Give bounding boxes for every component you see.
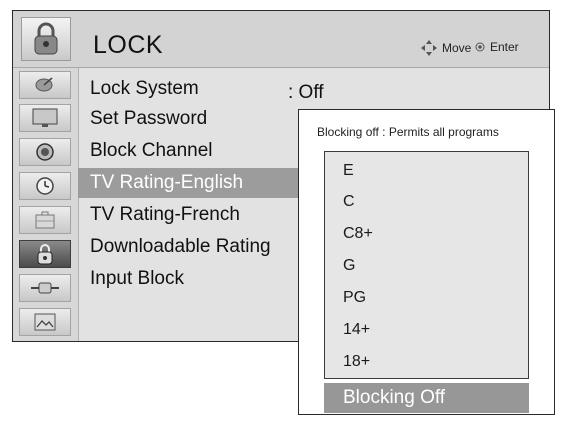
rating-option[interactable]: G [343, 257, 355, 275]
lock-icon [21, 17, 71, 61]
rating-submenu: Blocking off : Permits all programs E C … [298, 109, 555, 415]
rating-option[interactable]: 18+ [343, 353, 370, 371]
move-label: Move [442, 41, 472, 55]
menu-item-downloadable-rating[interactable]: Downloadable Rating [78, 232, 298, 262]
rating-options-list: E C C8+ G PG 14+ 18+ [324, 151, 529, 379]
satellite-dish-icon[interactable] [19, 71, 71, 99]
arrows-icon [421, 40, 437, 56]
enter-button-icon [475, 42, 485, 52]
briefcase-icon[interactable] [19, 206, 71, 234]
enter-hint: Enter [475, 40, 519, 54]
enter-label: Enter [490, 40, 519, 54]
rating-option[interactable]: E [343, 162, 354, 180]
rating-option[interactable]: C [343, 193, 355, 211]
submenu-description: Blocking off : Permits all programs [317, 125, 499, 139]
menu-item-tv-rating-english[interactable]: TV Rating-English [78, 168, 298, 198]
rating-option[interactable]: PG [343, 289, 366, 307]
menu-item-set-password[interactable]: Set Password [78, 104, 298, 134]
rating-option[interactable]: C8+ [343, 225, 373, 243]
menu-header: LOCK Move Enter [13, 11, 549, 68]
rating-option[interactable]: 14+ [343, 321, 370, 339]
menu-item-block-channel[interactable]: Block Channel [78, 136, 298, 166]
category-sidebar [13, 68, 79, 341]
picture-icon[interactable] [19, 308, 71, 336]
menu-item-tv-rating-french[interactable]: TV Rating-French [78, 200, 298, 230]
move-hint: Move [421, 40, 471, 56]
menu-item-lock-system[interactable]: Lock System [78, 74, 298, 104]
monitor-icon[interactable] [19, 104, 71, 132]
speaker-icon[interactable] [19, 138, 71, 166]
clock-icon[interactable] [19, 172, 71, 200]
lock-category-icon[interactable] [19, 240, 71, 268]
menu-item-input-block[interactable]: Input Block [78, 264, 298, 294]
blocking-off-option[interactable]: Blocking Off [324, 383, 529, 413]
page-title: LOCK [93, 31, 164, 59]
plug-icon[interactable] [19, 274, 71, 302]
